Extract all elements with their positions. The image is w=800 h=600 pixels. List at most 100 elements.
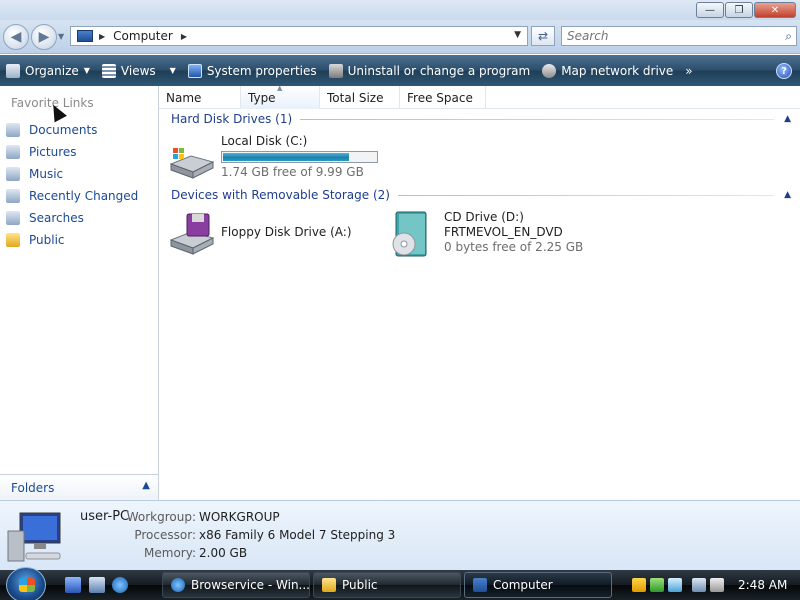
breadcrumb-chevron-icon[interactable]: ▶ [99, 32, 105, 41]
hard-drive-icon [167, 134, 215, 182]
folders-toggle[interactable]: Folders ▲ [0, 474, 158, 500]
taskbar: Browservice - Win... Public Computer 2:4… [0, 567, 800, 600]
search-input[interactable] [567, 29, 767, 43]
column-headers: Name ▲ Type Total Size Free Space [159, 84, 800, 109]
computer-icon [77, 30, 93, 42]
pictures-icon [6, 145, 20, 159]
nav-item-documents[interactable]: Documents [6, 119, 138, 141]
uninstall-program-button[interactable]: Uninstall or change a program [323, 55, 537, 86]
group-label: Devices with Removable Storage (2) [171, 188, 390, 202]
column-label: Free Space [407, 90, 473, 105]
address-dropdown-icon[interactable]: ▼ [514, 30, 521, 40]
drive-floppy[interactable]: Floppy Disk Drive (A:) [167, 210, 352, 258]
computer-icon [6, 509, 64, 563]
programs-icon [328, 63, 343, 78]
nav-item-public[interactable]: Public [6, 229, 138, 251]
map-network-drive-button[interactable]: Map network drive [536, 55, 679, 86]
recent-pages-dropdown[interactable]: ▼ [58, 32, 64, 41]
views-icon [101, 63, 116, 78]
refresh-button[interactable]: ⇄ [531, 26, 555, 46]
nav-item-music[interactable]: Music [6, 163, 138, 185]
system-properties-label: System properties [206, 63, 317, 78]
collapse-icon[interactable]: ▲ [784, 190, 791, 200]
views-button[interactable]: Views ▼ [96, 55, 182, 86]
folder-icon [322, 578, 336, 592]
column-header-name[interactable]: Name [159, 86, 241, 109]
column-label: Total Size [327, 90, 384, 105]
breadcrumb-computer[interactable]: Computer [113, 29, 173, 43]
drive-local-disk[interactable]: Local Disk (C:) 1.74 GB free of 9.99 GB [167, 134, 378, 182]
column-label: Type [248, 90, 276, 105]
organize-button[interactable]: Organize ▼ [0, 55, 96, 86]
group-label: Hard Disk Drives (1) [171, 112, 293, 126]
group-header-removable[interactable]: Devices with Removable Storage (2) ▲ [171, 188, 791, 202]
searches-icon [6, 211, 20, 225]
drive-usage-bar [221, 151, 378, 163]
defender-icon[interactable] [650, 578, 664, 592]
nav-item-label: Music [29, 167, 64, 181]
nav-item-label: Recently Changed [29, 189, 139, 203]
folder-icon [6, 233, 20, 247]
title-bar: — ❒ ✕ [0, 0, 800, 20]
internet-explorer-icon [171, 578, 185, 592]
internet-explorer-icon[interactable] [112, 577, 128, 593]
collapse-icon[interactable]: ▲ [784, 114, 791, 124]
start-button[interactable] [6, 567, 46, 600]
group-divider [397, 194, 775, 196]
column-header-free-space[interactable]: Free Space [400, 86, 486, 109]
drive-usage-fill [223, 153, 350, 161]
clock[interactable]: 2:48 AM [738, 578, 787, 592]
nav-item-searches[interactable]: Searches [6, 207, 138, 229]
show-desktop-icon[interactable] [65, 577, 81, 593]
more-commands-button[interactable]: » [679, 55, 698, 86]
nav-item-pictures[interactable]: Pictures [6, 141, 138, 163]
nav-item-label: Documents [29, 123, 98, 137]
computer-icon [473, 578, 487, 592]
organize-label: Organize [25, 63, 79, 78]
system-properties-icon [187, 63, 202, 78]
recently-changed-icon [6, 189, 20, 203]
taskbar-button-label: Computer [493, 578, 553, 592]
taskbar-button-browservice[interactable]: Browservice - Win... [162, 572, 310, 598]
processor-value: x86 Family 6 Model 7 Stepping 3 [199, 528, 396, 542]
nav-item-label: Searches [29, 211, 84, 225]
back-button[interactable]: ◀ [3, 24, 29, 50]
forward-button[interactable]: ▶ [31, 24, 57, 50]
system-tray: 2:48 AM [628, 570, 800, 600]
music-icon [6, 167, 20, 181]
taskbar-button-label: Browservice - Win... [191, 578, 310, 592]
file-list: Name ▲ Type Total Size Free Space Hard D… [159, 84, 800, 500]
search-box[interactable]: ⌕ [561, 26, 797, 46]
notification-icon[interactable] [668, 578, 682, 592]
close-button[interactable]: ✕ [754, 2, 796, 18]
security-shield-icon[interactable] [632, 578, 646, 592]
folders-label: Folders [11, 480, 55, 495]
column-label: Name [166, 90, 202, 105]
workgroup-value: WORKGROUP [199, 510, 280, 524]
volume-muted-icon[interactable] [710, 578, 724, 592]
back-arrow-icon: ◀ [10, 29, 22, 45]
address-bar[interactable]: ▶ Computer ▶ ▼ [70, 26, 528, 46]
taskbar-button-computer[interactable]: Computer [464, 572, 612, 598]
minimize-button[interactable]: — [696, 2, 724, 18]
cd-drive-icon [390, 210, 438, 258]
column-header-total-size[interactable]: Total Size [320, 86, 400, 109]
switch-windows-icon[interactable] [89, 577, 105, 593]
taskbar-button-label: Public [342, 578, 378, 592]
help-button[interactable]: ? [776, 63, 792, 79]
group-header-hard-disks[interactable]: Hard Disk Drives (1) ▲ [171, 112, 791, 126]
drive-name: Local Disk (C:) [221, 134, 308, 148]
help-icon: ? [781, 65, 787, 77]
taskbar-button-public[interactable]: Public [313, 572, 461, 598]
command-bar: Organize ▼ Views ▼ System properties Uni… [0, 55, 800, 86]
system-properties-button[interactable]: System properties [182, 55, 323, 86]
drive-cd[interactable]: CD Drive (D:) FRTMEVOL_EN_DVD 0 bytes fr… [390, 210, 583, 258]
breadcrumb-chevron-icon[interactable]: ▶ [181, 32, 187, 41]
nav-item-recently-changed[interactable]: Recently Changed [6, 185, 138, 207]
forward-arrow-icon: ▶ [38, 29, 50, 45]
column-header-type[interactable]: ▲ Type [241, 84, 320, 109]
maximize-button[interactable]: ❒ [725, 2, 753, 18]
sort-arrow-icon: ▲ [277, 84, 283, 92]
network-icon[interactable] [692, 578, 706, 592]
search-icon[interactable]: ⌕ [785, 29, 792, 44]
